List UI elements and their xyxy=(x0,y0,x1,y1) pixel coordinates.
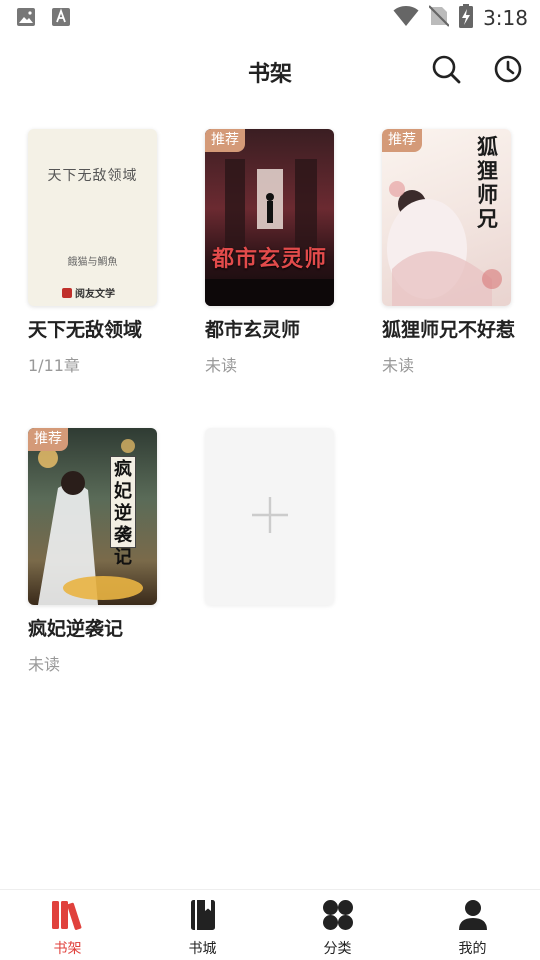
cover-title: 狐狸师兄 xyxy=(477,134,498,231)
nav-label: 分类 xyxy=(323,941,352,957)
book-item[interactable]: 狐狸师兄 推荐 狐狸师兄不好惹 未读 xyxy=(382,129,532,376)
text-notification-icon xyxy=(52,7,70,31)
cover-title: 疯妃逆袭记 xyxy=(110,456,136,568)
search-icon xyxy=(431,54,461,88)
person-icon xyxy=(457,899,489,935)
book-cover[interactable]: 都市玄灵师 推荐 xyxy=(205,129,334,306)
book-item[interactable]: 疯妃逆袭记 推荐 疯妃逆袭记 未读 xyxy=(28,428,178,675)
history-button[interactable] xyxy=(490,53,526,89)
bookshelf-icon xyxy=(50,899,86,935)
wifi-icon xyxy=(393,5,419,31)
nav-item-profile[interactable]: 我的 xyxy=(405,890,540,960)
clock-icon xyxy=(493,54,523,88)
nav-label: 书城 xyxy=(188,941,217,957)
cover-title: 天下无敌领域 xyxy=(47,168,138,184)
cover-publisher: 阅友文学 xyxy=(75,289,115,300)
cover-artwork xyxy=(38,439,143,605)
status-bar: 3:18 xyxy=(0,0,540,36)
recommend-badge: 推荐 xyxy=(382,129,422,152)
nav-item-category[interactable]: 分类 xyxy=(270,890,405,960)
image-notification-icon xyxy=(16,7,36,31)
nav-label: 我的 xyxy=(458,941,487,957)
no-sim-icon xyxy=(428,5,450,31)
search-button[interactable] xyxy=(428,53,464,89)
grid-icon xyxy=(322,899,354,935)
book-title: 都市玄灵师 xyxy=(205,319,301,341)
book-icon xyxy=(187,899,219,935)
reading-progress: 未读 xyxy=(205,356,238,375)
reading-progress: 1/11章 xyxy=(28,356,80,375)
book-title: 疯妃逆袭记 xyxy=(28,618,124,640)
cover-title: 都市玄灵师 xyxy=(211,247,327,272)
battery-charging-icon xyxy=(459,4,474,32)
book-title: 狐狸师兄不好惹 xyxy=(382,319,516,341)
book-item[interactable]: 天下无敌领域 餓猫与鯛魚 阅友文学 天下无敌领域 1/11章 xyxy=(28,129,178,376)
bottom-nav: 书架 书城 分类 我的 xyxy=(0,889,540,960)
clock-time: 3:18 xyxy=(483,6,528,30)
publisher-logo-icon xyxy=(62,287,72,298)
book-cover[interactable]: 狐狸师兄 推荐 xyxy=(382,129,511,306)
nav-item-bookstore[interactable]: 书城 xyxy=(135,890,270,960)
recommend-badge: 推荐 xyxy=(205,129,245,152)
recommend-badge: 推荐 xyxy=(28,428,68,451)
nav-item-bookshelf[interactable]: 书架 xyxy=(0,890,135,960)
app-header: 书架 xyxy=(0,36,540,106)
add-book-button[interactable] xyxy=(205,428,334,605)
reading-progress: 未读 xyxy=(28,655,61,674)
book-cover[interactable]: 疯妃逆袭记 推荐 xyxy=(28,428,157,605)
cover-author: 餓猫与鯛魚 xyxy=(67,257,118,268)
cover-artwork xyxy=(205,159,334,306)
book-item[interactable]: 都市玄灵师 推荐 都市玄灵师 未读 xyxy=(205,129,355,376)
book-cover[interactable]: 天下无敌领域 餓猫与鯛魚 阅友文学 xyxy=(28,129,157,306)
reading-progress: 未读 xyxy=(382,356,415,375)
plus-icon xyxy=(250,495,290,539)
nav-label: 书架 xyxy=(53,941,82,957)
book-title: 天下无敌领域 xyxy=(28,319,143,341)
